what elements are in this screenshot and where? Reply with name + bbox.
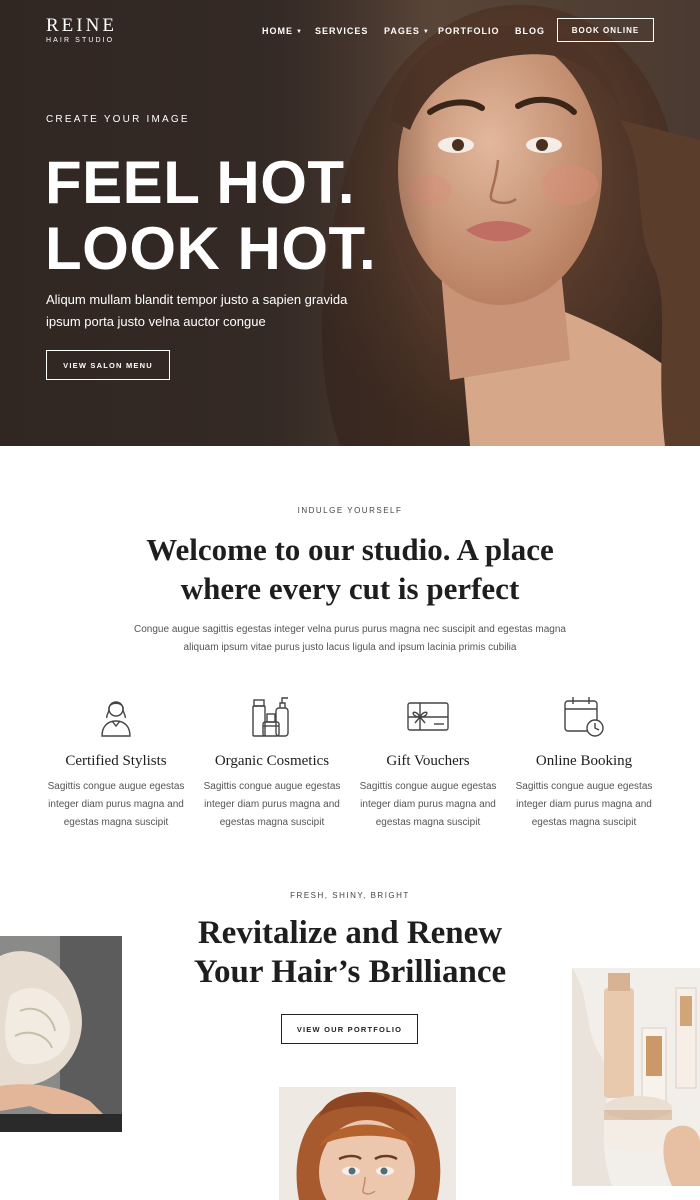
feature-organic-cosmetics: Organic Cosmetics Sagittis congue augue …	[194, 694, 350, 832]
nav-item-services[interactable]: SERVICES	[315, 25, 368, 37]
welcome-title-line2: where every cut is perfect	[180, 571, 520, 606]
gift-card-icon	[407, 702, 449, 731]
hero-description: Aliqum mullam blandit tempor justo a sap…	[46, 292, 348, 329]
chevron-down-icon: ▼	[422, 29, 430, 35]
chevron-down-icon: ▼	[296, 29, 303, 35]
cosmetics-icon	[252, 697, 289, 737]
hero-title-line2: LOOK HOT.	[45, 215, 377, 282]
feature-certified-stylists: Certified Stylists Sagittis congue augue…	[38, 694, 194, 832]
nav-item-pages-label: PAGES	[384, 26, 420, 36]
view-salon-menu-button[interactable]: VIEW SALON MENU	[46, 350, 170, 380]
welcome-title: Welcome to our studio. A place where eve…	[0, 530, 700, 608]
feature-online-booking: Online Booking Sagittis congue augue ege…	[506, 694, 662, 832]
view-portfolio-button[interactable]: VIEW OUR PORTFOLIO	[281, 1014, 418, 1044]
stylist-icon	[101, 701, 131, 737]
feature-title: Certified Stylists	[65, 753, 167, 769]
logo-tagline: HAIR STUDIO	[46, 37, 115, 44]
welcome-eyebrow: INDULGE YOURSELF	[297, 506, 403, 515]
feature-description: Sagittis congue augue egestas integer di…	[203, 781, 341, 828]
welcome-description: Congue augue sagittis egestas integer ve…	[134, 624, 566, 653]
hero-title: FEEL HOT. LOOK HOT.	[45, 150, 376, 282]
feature-title: Gift Vouchers	[386, 753, 470, 769]
feature-description: Sagittis congue augue egestas integer di…	[47, 781, 185, 828]
welcome-title-line1: Welcome to our studio. A place	[146, 532, 554, 567]
blonde-updo-photo	[0, 936, 122, 1132]
nav-item-services-label: SERVICES	[315, 26, 369, 36]
hero-section: REINE HAIR STUDIO HOME ▼ SERVICES PAGES ▼ …	[0, 0, 700, 446]
hero-title-line1: FEEL HOT.	[45, 149, 356, 216]
nav-item-home[interactable]: HOME ▼	[262, 25, 303, 38]
book-online-button[interactable]: BOOK ONLINE	[557, 18, 654, 42]
nav-item-blog-label: BLOG	[515, 26, 545, 36]
calendar-clock-icon	[564, 697, 604, 737]
feature-title: Online Booking	[535, 753, 633, 769]
nav-item-home-label: HOME	[262, 26, 293, 36]
nav-item-portfolio[interactable]: PORTFOLIO	[438, 25, 500, 37]
feature-description: Sagittis congue augue egestas integer di…	[359, 781, 497, 828]
nav-item-portfolio-label: PORTFOLIO	[438, 26, 500, 36]
feature-title: Organic Cosmetics	[214, 753, 330, 769]
revitalize-eyebrow: FRESH, SHINY, BRIGHT	[290, 891, 410, 900]
feature-description: Sagittis congue augue egestas integer di…	[515, 781, 653, 828]
redhead-model-photo	[279, 1087, 456, 1200]
cosmetics-photo	[572, 968, 700, 1186]
nav-item-pages[interactable]: PAGES ▼	[384, 25, 430, 38]
nav-item-blog[interactable]: BLOG	[515, 25, 545, 37]
hero-eyebrow: CREATE YOUR IMAGE	[46, 114, 190, 125]
feature-gift-vouchers: Gift Vouchers Sagittis congue augue eges…	[350, 694, 506, 832]
